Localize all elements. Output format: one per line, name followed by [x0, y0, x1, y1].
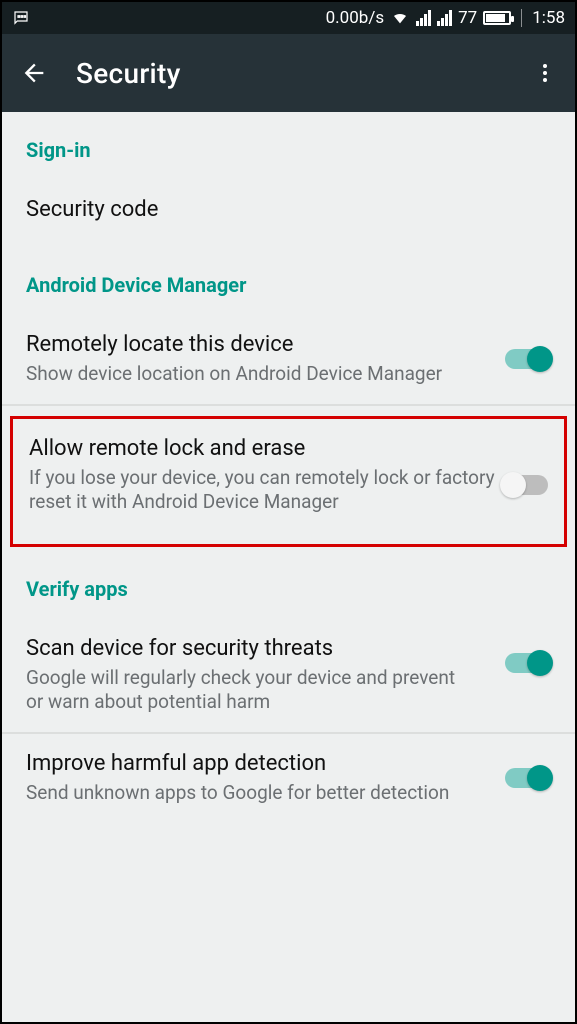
network-speed: 0.00b/s: [326, 8, 384, 28]
remote-lock-erase-toggle[interactable]: [502, 475, 548, 495]
improve-detection-title: Improve harmful app detection: [26, 750, 475, 778]
row-remotely-locate[interactable]: Remotely locate this device Show device …: [2, 315, 575, 406]
settings-content: Sign-in Security code Android Device Man…: [2, 112, 575, 824]
remote-lock-erase-title: Allow remote lock and erase: [29, 435, 502, 463]
clock: 1:58: [532, 8, 565, 28]
improve-detection-toggle[interactable]: [505, 768, 551, 788]
signal-icon-2: [437, 10, 452, 26]
back-button[interactable]: [20, 59, 48, 87]
status-bar: 0.00b/s 77 1:58: [2, 2, 575, 34]
row-remote-lock-erase[interactable]: Allow remote lock and erase If you lose …: [10, 416, 567, 547]
section-header-signin: Sign-in: [2, 112, 575, 180]
message-icon: [12, 9, 30, 27]
remotely-locate-title: Remotely locate this device: [26, 331, 475, 359]
section-header-verify: Verify apps: [2, 547, 575, 619]
scan-threats-toggle[interactable]: [505, 653, 551, 673]
scan-threats-title: Scan device for security threats: [26, 635, 475, 663]
row-security-code[interactable]: Security code: [2, 180, 575, 243]
row-improve-detection[interactable]: Improve harmful app detection Send unkno…: [2, 734, 575, 824]
battery-percent: 77: [458, 8, 477, 28]
battery-icon: [483, 11, 511, 25]
page-title: Security: [76, 57, 181, 90]
signal-icon-1: [416, 10, 431, 26]
more-vert-icon: [533, 61, 557, 85]
security-code-label: Security code: [26, 196, 539, 224]
overflow-menu-button[interactable]: [533, 61, 557, 85]
remotely-locate-toggle[interactable]: [505, 349, 551, 369]
status-separator: [521, 9, 522, 27]
wifi-icon: [390, 10, 410, 26]
scan-threats-subtitle: Google will regularly check your device …: [26, 666, 475, 714]
section-header-adm: Android Device Manager: [2, 243, 575, 315]
device-frame: 0.00b/s 77 1:58 Security Sign-in Securit…: [0, 0, 577, 1024]
app-bar: Security: [2, 34, 575, 112]
remotely-locate-subtitle: Show device location on Android Device M…: [26, 362, 475, 386]
arrow-back-icon: [20, 59, 48, 87]
improve-detection-subtitle: Send unknown apps to Google for better d…: [26, 781, 475, 805]
row-scan-threats[interactable]: Scan device for security threats Google …: [2, 619, 575, 734]
remote-lock-erase-subtitle: If you lose your device, you can remotel…: [29, 466, 502, 514]
